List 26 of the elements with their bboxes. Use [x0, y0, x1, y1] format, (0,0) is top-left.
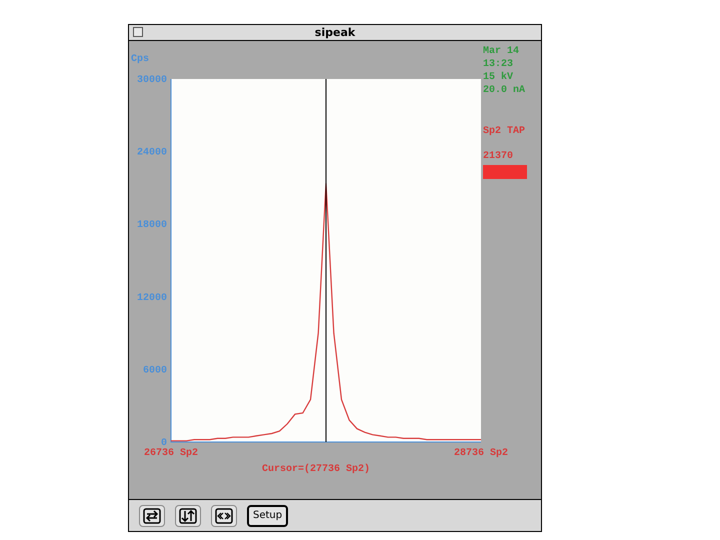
x-tick-label: 26736 Sp2 — [144, 448, 198, 459]
cursor-readout: Cursor=(27736 Sp2) — [262, 464, 370, 475]
current-text: 20.0 nA — [483, 84, 526, 97]
close-box[interactable] — [133, 27, 143, 37]
y-tick-label: 30000 — [136, 75, 167, 86]
count-text: 21370 — [483, 150, 514, 163]
y-tick-label: 24000 — [136, 148, 167, 159]
setup-button[interactable]: Setup — [247, 504, 288, 526]
date-text: Mar 14 — [483, 45, 520, 58]
y-tick-label: 12000 — [136, 292, 167, 304]
window-title: sipeak — [314, 27, 356, 38]
y-tick-label: 6000 — [142, 365, 167, 376]
y-tick-label: 0 — [160, 438, 167, 449]
y-axis-label: Cps — [131, 54, 150, 65]
up-down-button[interactable] — [175, 504, 201, 526]
count-indicator — [483, 165, 527, 179]
voltage-text: 15 kV — [483, 71, 514, 84]
time-text: 13:23 — [483, 58, 514, 71]
double-chevrons-icon — [215, 508, 233, 524]
x-tick-label: 28736 Sp2 — [454, 448, 508, 459]
swap-button[interactable] — [139, 504, 165, 526]
spectrometer-label: Sp2 TAP — [483, 125, 526, 138]
up-down-arrows-icon — [179, 508, 197, 524]
y-tick-label: 18000 — [136, 220, 167, 232]
scroll-button[interactable] — [211, 504, 237, 526]
swap-arrows-icon — [143, 508, 161, 524]
